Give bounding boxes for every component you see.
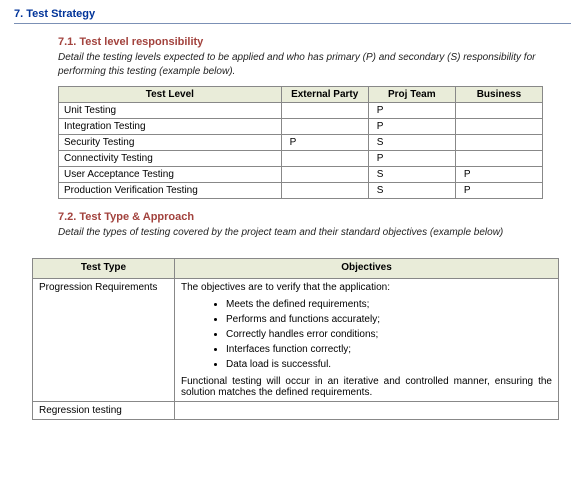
col-header-business: Business	[455, 87, 542, 103]
subsection-description: Detail the types of testing covered by t…	[58, 226, 543, 240]
table-cell	[281, 151, 368, 167]
table-cell	[281, 167, 368, 183]
table-header-row: Test Type Objectives	[33, 258, 559, 278]
table-cell	[455, 103, 542, 119]
table-cell: S	[368, 135, 455, 151]
subsection-7-1: 7.1. Test level responsibility Detail th…	[14, 36, 571, 199]
objectives-intro: The objectives are to verify that the ap…	[181, 282, 552, 293]
table-header-row: Test Level External Party Proj Team Busi…	[59, 87, 543, 103]
list-item: Meets the defined requirements;	[226, 297, 552, 312]
table-cell: Connectivity Testing	[59, 151, 282, 167]
objectives-outro: Functional testing will occur in an iter…	[181, 376, 552, 398]
table-cell	[281, 119, 368, 135]
table-row: Integration Testing P	[59, 119, 543, 135]
table-row: Regression testing	[33, 401, 559, 419]
subsection-title: 7.1. Test level responsibility	[58, 36, 543, 48]
table-row: Security TestingPS	[59, 135, 543, 151]
table-row: Connectivity Testing P	[59, 151, 543, 167]
table-cell: User Acceptance Testing	[59, 167, 282, 183]
table-cell: P	[281, 135, 368, 151]
col-header-type: Test Type	[33, 258, 175, 278]
table-cell: P	[455, 183, 542, 199]
subsection-7-2: 7.2. Test Type & Approach Detail the typ…	[14, 211, 571, 240]
list-item: Performs and functions accurately;	[226, 312, 552, 327]
table-cell: Security Testing	[59, 135, 282, 151]
test-level-table: Test Level External Party Proj Team Busi…	[58, 86, 543, 199]
table-cell: P	[455, 167, 542, 183]
table-cell: P	[368, 151, 455, 167]
table-cell	[281, 183, 368, 199]
col-header-level: Test Level	[59, 87, 282, 103]
table-cell: Unit Testing	[59, 103, 282, 119]
table-cell	[455, 135, 542, 151]
table-cell: Production Verification Testing	[59, 183, 282, 199]
table-row: Progression Requirements The objectives a…	[33, 278, 559, 401]
table-cell: S	[368, 167, 455, 183]
section-heading: 7. Test Strategy	[14, 8, 571, 20]
table-row: Production Verification Testing SP	[59, 183, 543, 199]
col-header-objectives: Objectives	[175, 258, 559, 278]
list-item: Correctly handles error conditions;	[226, 327, 552, 342]
cell-objectives	[175, 401, 559, 419]
cell-test-type: Regression testing	[33, 401, 175, 419]
test-type-table: Test Type Objectives Progression Require…	[32, 258, 559, 420]
objectives-list: Meets the defined requirements;Performs …	[181, 297, 552, 372]
table-row: User Acceptance Testing SP	[59, 167, 543, 183]
section-divider	[14, 23, 571, 24]
col-header-external: External Party	[281, 87, 368, 103]
table-cell: P	[368, 103, 455, 119]
table-cell: S	[368, 183, 455, 199]
subsection-description: Detail the testing levels expected to be…	[58, 51, 543, 78]
table-cell	[455, 151, 542, 167]
cell-objectives: The objectives are to verify that the ap…	[175, 278, 559, 401]
col-header-proj-team: Proj Team	[368, 87, 455, 103]
list-item: Data load is successful.	[226, 357, 552, 372]
table-cell: Integration Testing	[59, 119, 282, 135]
list-item: Interfaces function correctly;	[226, 342, 552, 357]
cell-test-type: Progression Requirements	[33, 278, 175, 401]
document-page: 7. Test Strategy 7.1. Test level respons…	[0, 0, 585, 420]
table-cell	[281, 103, 368, 119]
subsection-title: 7.2. Test Type & Approach	[58, 211, 543, 223]
table-cell: P	[368, 119, 455, 135]
table-row: Unit Testing P	[59, 103, 543, 119]
test-type-table-wrap: Test Type Objectives Progression Require…	[14, 258, 571, 420]
table-cell	[455, 119, 542, 135]
